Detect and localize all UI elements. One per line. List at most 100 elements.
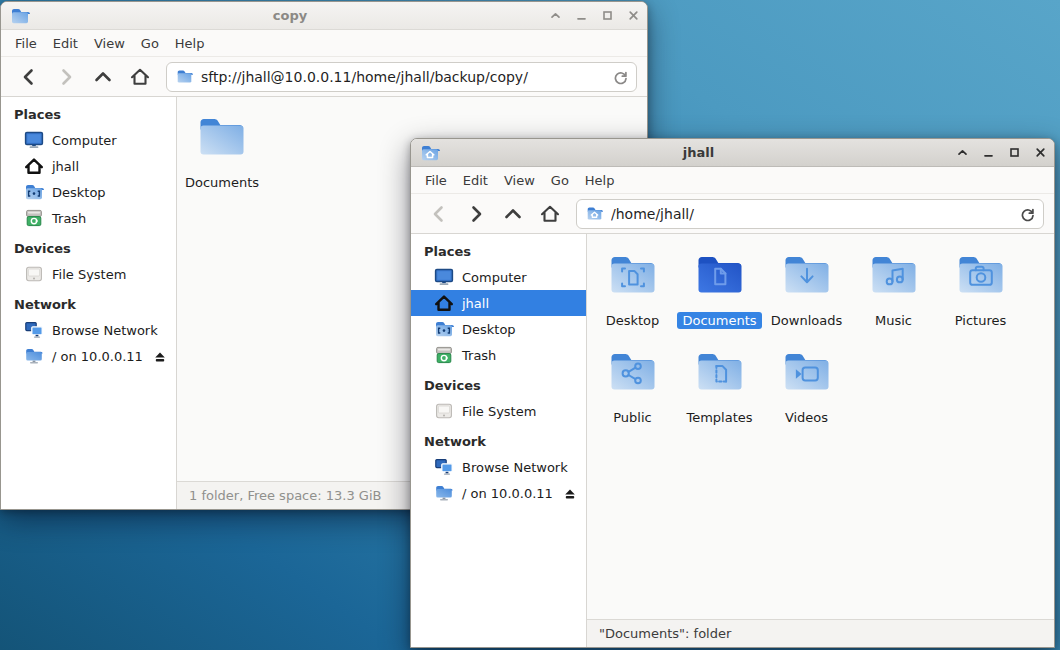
- sidebar-item-remote-mount[interactable]: / on 10.0.0.11: [1, 343, 176, 369]
- sidebar-item-label: Desktop: [462, 322, 516, 337]
- menu-view[interactable]: View: [496, 169, 543, 192]
- titlebar[interactable]: jhall: [411, 139, 1054, 167]
- sidebar-item-label: jhall: [52, 159, 79, 174]
- maximize-icon[interactable]: [1009, 147, 1020, 158]
- sidebar-item-label: Trash: [52, 211, 86, 226]
- sidebar-item-label: Trash: [462, 348, 496, 363]
- titlebar[interactable]: copy: [1, 2, 647, 30]
- file-public[interactable]: Public: [589, 340, 676, 437]
- up-button[interactable]: [84, 61, 121, 93]
- sidebar-item-label: / on 10.0.0.11: [462, 486, 553, 501]
- sidebar-item-remote-mount[interactable]: / on 10.0.0.11: [411, 480, 586, 506]
- hard-disk-icon: [434, 401, 454, 421]
- menu-go[interactable]: Go: [133, 32, 167, 55]
- folder-templates-icon: [696, 348, 744, 396]
- back-button[interactable]: [10, 61, 47, 93]
- computer-icon: [24, 130, 44, 150]
- sidebar-item-label: File System: [462, 404, 536, 419]
- window-jhall: jhall File Edit View Go Help /home/jhall…: [410, 138, 1055, 648]
- reload-icon[interactable]: [611, 68, 628, 85]
- close-icon[interactable]: [628, 10, 639, 21]
- sidebar-header-devices: Devices: [411, 372, 586, 398]
- menu-edit[interactable]: Edit: [455, 169, 496, 192]
- menubar: File Edit View Go Help: [1, 30, 647, 57]
- eject-icon[interactable]: [153, 349, 167, 363]
- address-bar[interactable]: sftp://jhall@10.0.0.11/home/jhall/backup…: [166, 62, 637, 92]
- folder-documents-icon: [696, 251, 744, 299]
- toolbar: /home/jhall/: [411, 194, 1054, 234]
- sidebar-item-computer[interactable]: Computer: [411, 264, 586, 290]
- address-home-folder-icon: [586, 205, 603, 222]
- sidebar-header-places: Places: [411, 238, 586, 264]
- sidebar-item-browse-network[interactable]: Browse Network: [411, 454, 586, 480]
- sidebar-item-desktop[interactable]: Desktop: [1, 179, 176, 205]
- up-button[interactable]: [494, 198, 531, 230]
- address-text[interactable]: sftp://jhall@10.0.0.11/home/jhall/backup…: [201, 69, 603, 85]
- menu-help[interactable]: Help: [577, 169, 623, 192]
- folder-publicshare-icon: [609, 348, 657, 396]
- menubar: File Edit View Go Help: [411, 167, 1054, 194]
- trash-icon: [24, 208, 44, 228]
- hard-disk-icon: [24, 264, 44, 284]
- maximize-icon[interactable]: [602, 10, 613, 21]
- home-button[interactable]: [121, 61, 158, 93]
- file-view[interactable]: Desktop Documents Downloads Music Pictur…: [587, 234, 1054, 619]
- address-bar[interactable]: /home/jhall/: [576, 199, 1044, 229]
- file-downloads[interactable]: Downloads: [763, 243, 850, 340]
- sidebar-item-desktop[interactable]: Desktop: [411, 316, 586, 342]
- window-home-folder-icon: [420, 143, 440, 163]
- minimize-icon[interactable]: [576, 10, 587, 21]
- folder-pictures-icon: [957, 251, 1005, 299]
- shade-icon[interactable]: [957, 147, 968, 158]
- sidebar-item-jhall[interactable]: jhall: [411, 290, 586, 316]
- home-button[interactable]: [531, 198, 568, 230]
- file-desktop[interactable]: Desktop: [589, 243, 676, 340]
- menu-edit[interactable]: Edit: [45, 32, 86, 55]
- menu-file[interactable]: File: [417, 169, 455, 192]
- shade-icon[interactable]: [550, 10, 561, 21]
- menu-help[interactable]: Help: [167, 32, 213, 55]
- remote-folder-icon: [24, 346, 44, 366]
- file-videos[interactable]: Videos: [763, 340, 850, 437]
- window-folder-icon: [10, 6, 30, 26]
- file-pictures[interactable]: Pictures: [937, 243, 1024, 340]
- reload-icon[interactable]: [1018, 205, 1035, 222]
- file-label: Music: [870, 312, 917, 329]
- sidebar-header-network: Network: [411, 428, 586, 454]
- sidebar-item-computer[interactable]: Computer: [1, 127, 176, 153]
- file-music[interactable]: Music: [850, 243, 937, 340]
- sidebar-item-file-system[interactable]: File System: [1, 261, 176, 287]
- folder-download-icon: [783, 251, 831, 299]
- minimize-icon[interactable]: [983, 147, 994, 158]
- sidebar-item-label: Browse Network: [52, 323, 158, 338]
- menu-view[interactable]: View: [86, 32, 133, 55]
- folder-videos-icon: [783, 348, 831, 396]
- status-bar: "Documents": folder: [587, 619, 1054, 647]
- file-label: Templates: [681, 409, 757, 426]
- sidebar-item-jhall[interactable]: jhall: [1, 153, 176, 179]
- close-icon[interactable]: [1035, 147, 1046, 158]
- eject-icon[interactable]: [563, 486, 577, 500]
- file-documents[interactable]: Documents: [177, 105, 267, 202]
- sidebar-item-label: Browse Network: [462, 460, 568, 475]
- sidebar-item-trash[interactable]: Trash: [411, 342, 586, 368]
- address-folder-icon: [176, 68, 193, 85]
- forward-button[interactable]: [457, 198, 494, 230]
- menu-file[interactable]: File: [7, 32, 45, 55]
- file-templates[interactable]: Templates: [676, 340, 763, 437]
- sidebar-item-label: Desktop: [52, 185, 106, 200]
- sidebar-item-file-system[interactable]: File System: [411, 398, 586, 424]
- file-label: Videos: [780, 409, 833, 426]
- forward-button[interactable]: [47, 61, 84, 93]
- file-label: Public: [608, 409, 656, 426]
- sidebar-item-label: Computer: [52, 133, 117, 148]
- sidebar-item-trash[interactable]: Trash: [1, 205, 176, 231]
- sidebar-item-browse-network[interactable]: Browse Network: [1, 317, 176, 343]
- menu-go[interactable]: Go: [543, 169, 577, 192]
- file-documents[interactable]: Documents: [676, 243, 763, 340]
- address-text[interactable]: /home/jhall/: [611, 206, 1010, 222]
- status-text: 1 folder, Free space: 13.3 GiB: [189, 488, 381, 503]
- home-icon: [434, 293, 454, 313]
- back-button[interactable]: [420, 198, 457, 230]
- trash-icon: [434, 345, 454, 365]
